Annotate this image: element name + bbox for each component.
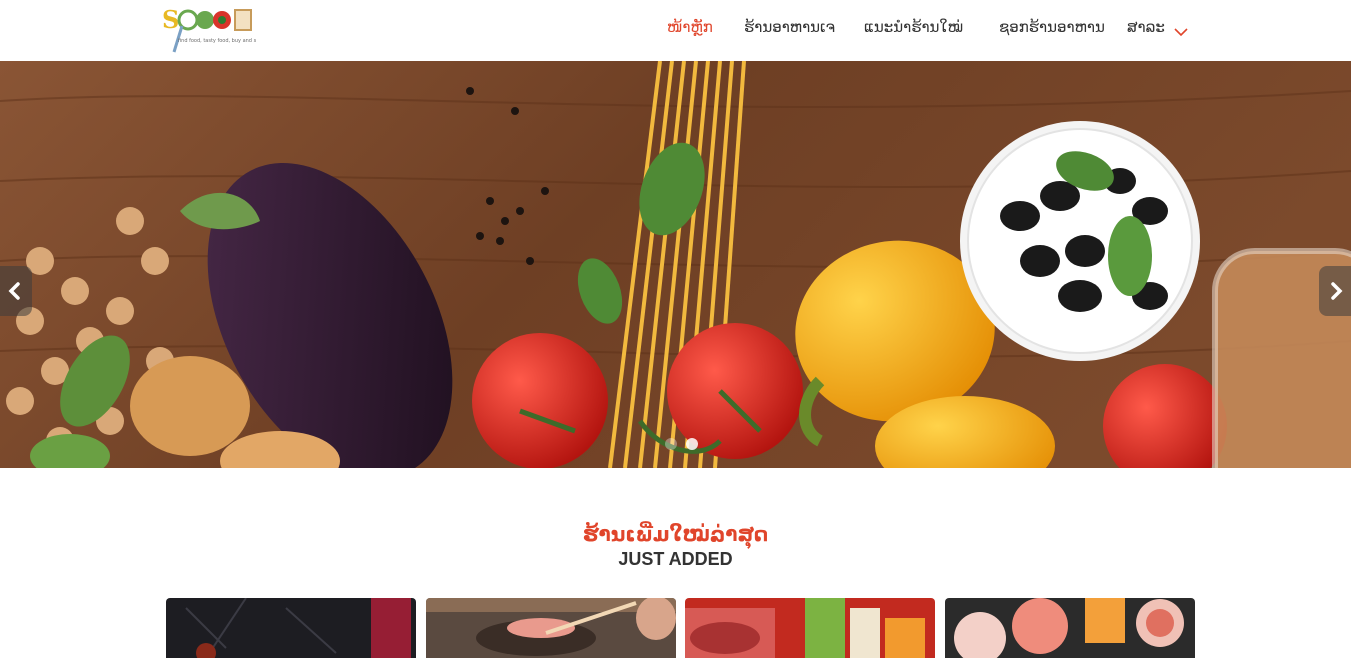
carousel-indicator-active[interactable] — [686, 438, 698, 450]
restaurant-card-image — [426, 598, 676, 658]
nav-item-vegetarian[interactable]: ຮ້ານອາຫານເຈ — [744, 18, 835, 36]
spoon-logo-icon: S find food, tasty food, buy and share — [162, 5, 267, 53]
restaurant-card[interactable] — [945, 598, 1195, 658]
restaurant-card-image — [166, 598, 416, 658]
section-subtitle: JUST ADDED — [618, 549, 733, 569]
nav-item-articles[interactable]: ສາລະ — [1127, 18, 1165, 36]
chevron-left-icon — [8, 282, 20, 300]
section-title: ຮ້ານເພີ່ມໃໝ່ລ່າສຸດ — [582, 522, 769, 546]
restaurant-card[interactable] — [166, 598, 416, 658]
svg-text:S: S — [162, 5, 179, 34]
nav-item-find-restaurant[interactable]: ຊອກຮ້ານອາຫານ — [999, 18, 1105, 36]
site-logo[interactable]: S find food, tasty food, buy and share — [160, 4, 267, 56]
restaurant-card[interactable] — [426, 598, 676, 658]
chevron-down-icon[interactable] — [1174, 22, 1188, 41]
hero-carousel — [0, 61, 1351, 468]
carousel-prev-button[interactable] — [0, 266, 32, 316]
svg-text:find food, tasty food, buy and: find food, tasty food, buy and share — [178, 38, 256, 44]
restaurant-card-image — [685, 598, 935, 658]
carousel-indicator[interactable] — [665, 438, 677, 450]
restaurant-card-image — [945, 598, 1195, 658]
nav-item-home[interactable]: ໜ້າຫຼັກ — [667, 18, 713, 36]
nav-item-new-recommendations[interactable]: ແນະນຳຮ້ານໃໝ່ — [864, 18, 963, 36]
hero-image — [0, 61, 1351, 468]
chevron-right-icon — [1331, 282, 1343, 300]
restaurant-card[interactable] — [685, 598, 935, 658]
carousel-next-button[interactable] — [1319, 266, 1351, 316]
site-header: S find food, tasty food, buy and share ໜ… — [0, 0, 1351, 61]
